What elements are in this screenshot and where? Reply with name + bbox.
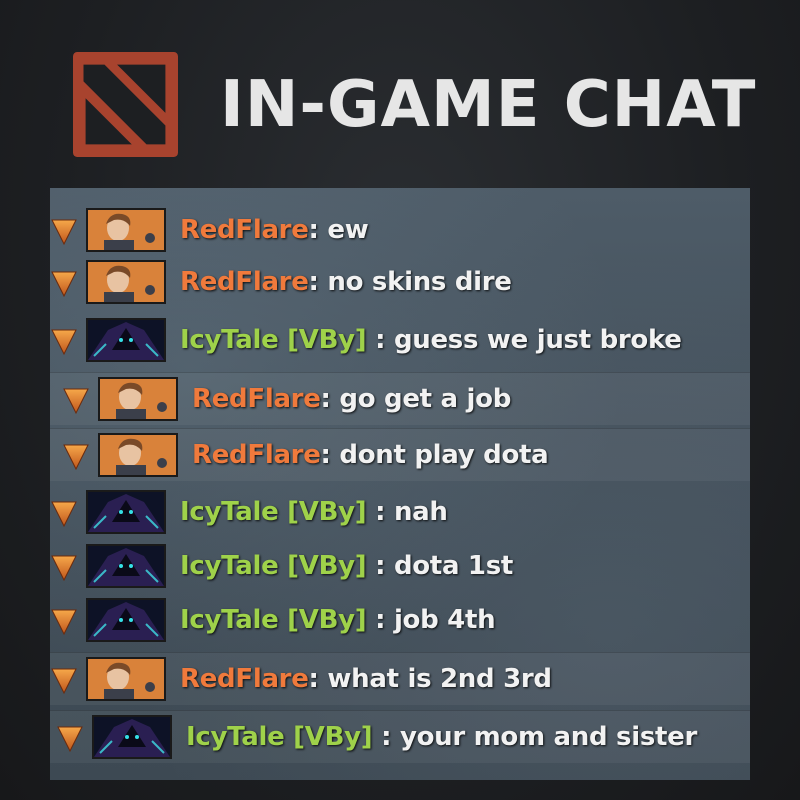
chat-message-body: your mom and sister xyxy=(399,722,697,752)
hero-portrait-boy-icon xyxy=(86,260,166,304)
chat-player-name[interactable]: RedFlare xyxy=(180,664,309,694)
chat-channel-triangle-icon xyxy=(51,668,77,695)
hero-portrait-boy-icon xyxy=(98,377,178,421)
hero-portrait-boy-icon xyxy=(98,433,178,477)
chat-message-text: IcyTale [VBy] : nah xyxy=(180,497,448,527)
chat-message-row: IcyTale [VBy] : job 4th xyxy=(50,594,750,646)
chat-message-body: dota 1st xyxy=(393,551,514,581)
chat-channel-triangle-icon xyxy=(57,726,83,753)
chat-message-row: IcyTale [VBy] : guess we just broke xyxy=(50,314,750,366)
chat-message-text: RedFlare: no skins dire xyxy=(180,267,512,297)
chat-channel-triangle-icon xyxy=(63,388,89,415)
chat-player-name[interactable]: IcyTale [VBy] xyxy=(180,497,367,527)
header: IN-GAME CHAT xyxy=(73,52,757,157)
chat-channel-triangle-icon xyxy=(51,219,77,246)
page-title: IN-GAME CHAT xyxy=(220,67,757,142)
chat-message-row: RedFlare: go get a job xyxy=(50,372,750,425)
chat-message-body: dont play dota xyxy=(339,440,549,470)
chat-separator: : xyxy=(308,215,328,245)
hero-portrait-boy-icon xyxy=(86,208,166,252)
chat-player-name[interactable]: RedFlare xyxy=(180,267,309,297)
chat-message-row: IcyTale [VBy] : dota 1st xyxy=(50,540,750,592)
chat-separator: : xyxy=(366,325,394,355)
chat-player-name[interactable]: RedFlare xyxy=(180,215,309,245)
chat-channel-triangle-icon xyxy=(51,501,77,528)
chat-message-row: RedFlare: ew xyxy=(50,204,750,256)
chat-player-name[interactable]: IcyTale [VBy] xyxy=(180,551,367,581)
dota-logo-icon xyxy=(73,52,178,157)
chat-message-text: IcyTale [VBy] : job 4th xyxy=(180,605,496,635)
chat-separator: : xyxy=(366,605,394,635)
chat-player-name[interactable]: RedFlare xyxy=(192,440,321,470)
chat-message-text: RedFlare: go get a job xyxy=(192,384,511,414)
hero-portrait-spectre-icon xyxy=(86,544,166,588)
chat-player-name[interactable]: RedFlare xyxy=(192,384,321,414)
chat-message-text: RedFlare: ew xyxy=(180,215,369,245)
chat-separator: : xyxy=(366,551,394,581)
chat-separator: : xyxy=(366,497,394,527)
chat-message-body: what is 2nd 3rd xyxy=(327,664,552,694)
chat-message-row: RedFlare: dont play dota xyxy=(50,428,750,481)
chat-message-text: RedFlare: what is 2nd 3rd xyxy=(180,664,552,694)
chat-channel-triangle-icon xyxy=(51,555,77,582)
chat-message-row: IcyTale [VBy] : your mom and sister xyxy=(50,710,750,763)
chat-message-body: nah xyxy=(393,497,448,527)
chat-separator: : xyxy=(320,440,340,470)
chat-message-text: IcyTale [VBy] : dota 1st xyxy=(180,551,513,581)
chat-message-body: job 4th xyxy=(393,605,496,635)
chat-player-name[interactable]: IcyTale [VBy] xyxy=(180,605,367,635)
hero-portrait-spectre-icon xyxy=(86,318,166,362)
chat-message-body: go get a job xyxy=(339,384,512,414)
chat-message-text: IcyTale [VBy] : your mom and sister xyxy=(186,722,697,752)
hero-portrait-spectre-icon xyxy=(86,490,166,534)
chat-channel-triangle-icon xyxy=(51,271,77,298)
chat-message-body: guess we just broke xyxy=(393,325,682,355)
chat-separator: : xyxy=(372,722,400,752)
chat-separator: : xyxy=(308,664,328,694)
hero-portrait-spectre-icon xyxy=(86,598,166,642)
chat-channel-triangle-icon xyxy=(51,329,77,356)
chat-panel: RedFlare: ew RedFlare: no skins dire IcyTa… xyxy=(50,188,750,780)
chat-channel-triangle-icon xyxy=(51,609,77,636)
hero-portrait-boy-icon xyxy=(86,657,166,701)
chat-message-text: IcyTale [VBy] : guess we just broke xyxy=(180,325,682,355)
chat-message-text: RedFlare: dont play dota xyxy=(192,440,549,470)
hero-portrait-spectre-icon xyxy=(92,715,172,759)
chat-channel-triangle-icon xyxy=(63,444,89,471)
chat-message-row: RedFlare: no skins dire xyxy=(50,256,750,308)
chat-message-row: RedFlare: what is 2nd 3rd xyxy=(50,652,750,705)
chat-separator: : xyxy=(320,384,340,414)
chat-message-body: ew xyxy=(327,215,369,245)
chat-message-row: IcyTale [VBy] : nah xyxy=(50,486,750,538)
chat-player-name[interactable]: IcyTale [VBy] xyxy=(180,325,367,355)
chat-player-name[interactable]: IcyTale [VBy] xyxy=(186,722,373,752)
chat-message-body: no skins dire xyxy=(327,267,512,297)
chat-separator: : xyxy=(308,267,328,297)
